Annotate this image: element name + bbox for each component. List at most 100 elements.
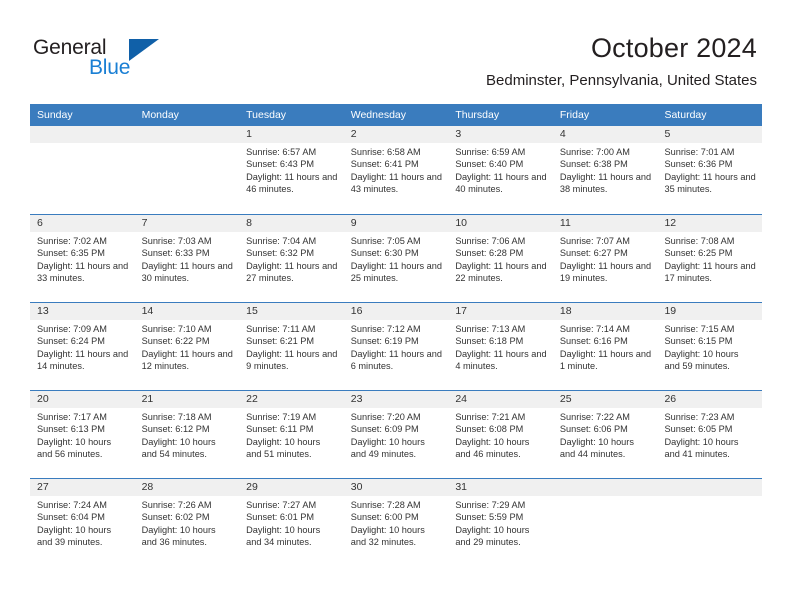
day-number: 6 <box>30 215 135 232</box>
calendar-day-cell[interactable]: 28 Sunrise: 7:26 AM Sunset: 6:02 PM Dayligh… <box>134 479 240 566</box>
daylight-text: Daylight: 11 hours and 4 minutes. <box>455 348 547 372</box>
daylight-text: Daylight: 11 hours and 17 minutes. <box>664 260 756 284</box>
sunrise-text: Sunrise: 7:28 AM <box>350 500 421 510</box>
day-number: 29 <box>239 479 344 496</box>
day-details: Sunrise: 7:08 AM Sunset: 6:25 PM Daylight:… <box>657 232 762 285</box>
day-number: 26 <box>657 391 763 408</box>
daylight-text: Daylight: 11 hours and 12 minutes. <box>141 348 233 372</box>
day-number <box>657 479 763 496</box>
day-details: Sunrise: 7:05 AM Sunset: 6:30 PM Daylight:… <box>344 232 449 285</box>
calendar-day-cell-empty <box>30 126 135 214</box>
sunrise-text: Sunrise: 7:05 AM <box>350 236 421 246</box>
sunset-text: Sunset: 6:28 PM <box>455 248 524 259</box>
calendar-day-cell[interactable]: 13 Sunrise: 7:09 AM Sunset: 6:24 PM Dayligh… <box>30 303 135 390</box>
calendar-day-cell[interactable]: 27 Sunrise: 7:24 AM Sunset: 6:04 PM Dayligh… <box>30 479 135 566</box>
page-subtitle: Bedminster, Pennsylvania, United States <box>486 72 757 89</box>
calendar-day-cell[interactable]: 16 Sunrise: 7:12 AM Sunset: 6:19 PM Dayligh… <box>343 303 449 390</box>
calendar-day-cell-empty <box>552 479 658 566</box>
sunrise-text: Sunrise: 7:03 AM <box>141 236 212 246</box>
daylight-text: Daylight: 11 hours and 46 minutes. <box>246 171 338 195</box>
sunset-text: Sunset: 6:38 PM <box>559 159 628 170</box>
sunset-text: Sunset: 6:19 PM <box>350 336 419 347</box>
sunset-text: Sunset: 6:27 PM <box>559 248 628 259</box>
daylight-text: Daylight: 10 hours and 41 minutes. <box>664 436 739 460</box>
day-number: 30 <box>343 479 449 496</box>
calendar-day-cell[interactable]: 9 Sunrise: 7:05 AM Sunset: 6:30 PM Daylight… <box>343 215 449 302</box>
sunrise-text: Sunrise: 7:17 AM <box>37 412 107 422</box>
calendar-day-cell[interactable]: 11 Sunrise: 7:07 AM Sunset: 6:27 PM Dayligh… <box>552 215 658 302</box>
weekday-header-wednesday: Wednesday <box>350 109 406 121</box>
calendar-day-cell[interactable]: 1 Sunrise: 6:57 AM Sunset: 6:43 PM Daylight… <box>239 126 344 214</box>
calendar-day-cell[interactable]: 15 Sunrise: 7:11 AM Sunset: 6:21 PM Dayligh… <box>239 303 344 390</box>
day-number: 13 <box>30 303 135 320</box>
day-number: 4 <box>552 126 658 143</box>
calendar-day-cell[interactable]: 20 Sunrise: 7:17 AM Sunset: 6:13 PM Dayligh… <box>30 391 135 478</box>
day-details: Sunrise: 7:18 AM Sunset: 6:12 PM Daylight:… <box>135 408 240 461</box>
sunset-text: Sunset: 6:04 PM <box>37 512 105 523</box>
sunset-text: Sunset: 6:15 PM <box>664 336 733 347</box>
calendar-day-cell[interactable]: 19 Sunrise: 7:15 AM Sunset: 6:15 PM Dayligh… <box>657 303 763 390</box>
sunset-text: Sunset: 6:02 PM <box>141 512 210 523</box>
calendar-day-cell[interactable]: 26 Sunrise: 7:23 AM Sunset: 6:05 PM Dayligh… <box>657 391 763 478</box>
day-details: Sunrise: 6:57 AM Sunset: 6:43 PM Daylight:… <box>239 143 344 196</box>
day-details: Sunrise: 7:12 AM Sunset: 6:19 PM Daylight:… <box>344 320 449 373</box>
sunset-text: Sunset: 6:30 PM <box>350 248 419 259</box>
day-details: Sunrise: 6:59 AM Sunset: 6:40 PM Daylight:… <box>448 143 553 196</box>
daylight-text: Daylight: 11 hours and 43 minutes. <box>350 171 442 195</box>
weekday-header-saturday: Saturday <box>664 109 707 121</box>
calendar-day-cell[interactable]: 25 Sunrise: 7:22 AM Sunset: 6:06 PM Dayligh… <box>552 391 658 478</box>
sunset-text: Sunset: 6:06 PM <box>559 424 628 435</box>
calendar-day-cell[interactable]: 4 Sunrise: 7:00 AM Sunset: 6:38 PM Daylight… <box>552 126 658 214</box>
day-number <box>134 126 240 143</box>
day-details: Sunrise: 7:20 AM Sunset: 6:09 PM Daylight:… <box>344 408 449 461</box>
day-details: Sunrise: 7:21 AM Sunset: 6:08 PM Daylight:… <box>448 408 553 461</box>
day-number: 7 <box>134 215 240 232</box>
sunrise-text: Sunrise: 6:58 AM <box>350 147 421 157</box>
calendar-day-cell[interactable]: 29 Sunrise: 7:27 AM Sunset: 6:01 PM Dayligh… <box>239 479 344 566</box>
sunrise-text: Sunrise: 7:09 AM <box>37 324 107 334</box>
calendar-day-cell[interactable]: 5 Sunrise: 7:01 AM Sunset: 6:36 PM Daylight… <box>657 126 763 214</box>
calendar-day-cell[interactable]: 8 Sunrise: 7:04 AM Sunset: 6:32 PM Daylight… <box>239 215 344 302</box>
calendar-day-cell[interactable]: 31 Sunrise: 7:29 AM Sunset: 5:59 PM Dayligh… <box>448 479 553 566</box>
daylight-text: Daylight: 11 hours and 30 minutes. <box>141 260 233 284</box>
calendar-day-cell[interactable]: 12 Sunrise: 7:08 AM Sunset: 6:25 PM Dayligh… <box>657 215 763 302</box>
weekday-header-monday: Monday <box>141 109 179 121</box>
sunrise-text: Sunrise: 7:02 AM <box>37 236 107 246</box>
day-number: 17 <box>448 303 553 320</box>
sunset-text: Sunset: 6:18 PM <box>455 336 524 347</box>
sunset-text: Sunset: 6:43 PM <box>246 159 315 170</box>
day-number: 3 <box>448 126 553 143</box>
sunrise-text: Sunrise: 7:08 AM <box>664 236 735 246</box>
daylight-text: Daylight: 11 hours and 14 minutes. <box>37 348 129 372</box>
day-number: 2 <box>343 126 449 143</box>
calendar-day-cell[interactable]: 17 Sunrise: 7:13 AM Sunset: 6:18 PM Dayligh… <box>448 303 553 390</box>
calendar-day-cell[interactable]: 10 Sunrise: 7:06 AM Sunset: 6:28 PM Dayligh… <box>448 215 553 302</box>
sunset-text: Sunset: 6:25 PM <box>664 248 733 259</box>
day-number: 16 <box>343 303 449 320</box>
calendar-day-cell[interactable]: 3 Sunrise: 6:59 AM Sunset: 6:40 PM Daylight… <box>448 126 553 214</box>
day-details: Sunrise: 7:23 AM Sunset: 6:05 PM Daylight:… <box>657 408 762 461</box>
calendar-day-cell[interactable]: 18 Sunrise: 7:14 AM Sunset: 6:16 PM Dayligh… <box>552 303 658 390</box>
daylight-text: Daylight: 10 hours and 59 minutes. <box>664 348 739 372</box>
calendar-day-cell[interactable]: 30 Sunrise: 7:28 AM Sunset: 6:00 PM Dayligh… <box>343 479 449 566</box>
calendar-day-cell[interactable]: 14 Sunrise: 7:10 AM Sunset: 6:22 PM Dayligh… <box>134 303 240 390</box>
sunrise-text: Sunrise: 7:26 AM <box>141 500 212 510</box>
calendar-day-cell[interactable]: 6 Sunrise: 7:02 AM Sunset: 6:35 PM Daylight… <box>30 215 135 302</box>
sunset-text: Sunset: 6:01 PM <box>246 512 315 523</box>
calendar-day-cell[interactable]: 22 Sunrise: 7:19 AM Sunset: 6:11 PM Dayligh… <box>239 391 344 478</box>
day-details: Sunrise: 7:00 AM Sunset: 6:38 PM Daylight:… <box>553 143 658 196</box>
calendar-day-cell[interactable]: 2 Sunrise: 6:58 AM Sunset: 6:41 PM Daylight… <box>343 126 449 214</box>
sunset-text: Sunset: 6:33 PM <box>141 248 210 259</box>
calendar-day-cell[interactable]: 23 Sunrise: 7:20 AM Sunset: 6:09 PM Dayligh… <box>343 391 449 478</box>
weekday-header-sunday: Sunday <box>37 109 73 121</box>
day-number: 12 <box>657 215 763 232</box>
general-blue-logo[interactable]: General Blue <box>33 36 233 86</box>
sunrise-text: Sunrise: 7:29 AM <box>455 500 526 510</box>
calendar-day-cell[interactable]: 7 Sunrise: 7:03 AM Sunset: 6:33 PM Daylight… <box>134 215 240 302</box>
calendar-day-cell[interactable]: 24 Sunrise: 7:21 AM Sunset: 6:08 PM Dayligh… <box>448 391 553 478</box>
sunrise-text: Sunrise: 7:22 AM <box>559 412 630 422</box>
calendar-day-cell[interactable]: 21 Sunrise: 7:18 AM Sunset: 6:12 PM Dayligh… <box>134 391 240 478</box>
daylight-text: Daylight: 10 hours and 56 minutes. <box>37 436 112 460</box>
sunset-text: Sunset: 6:00 PM <box>350 512 419 523</box>
day-number: 27 <box>30 479 135 496</box>
